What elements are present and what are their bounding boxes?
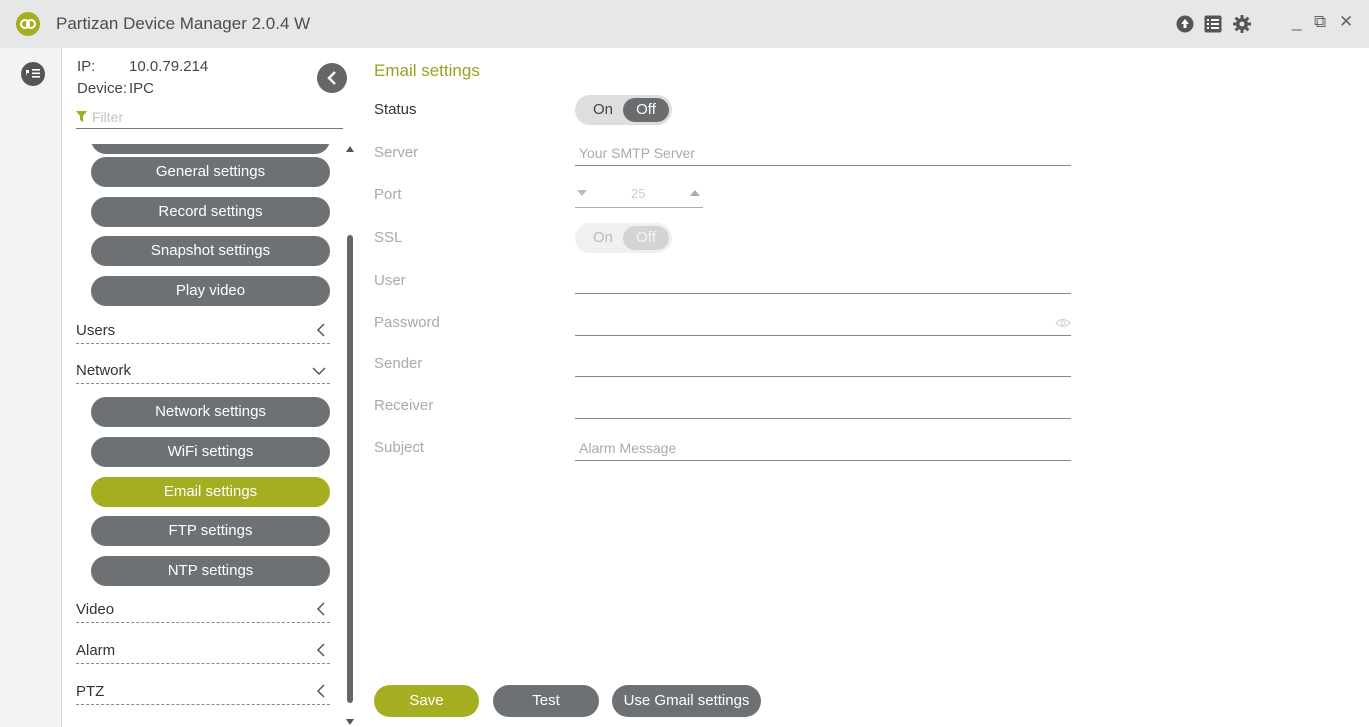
device-list-icon[interactable] [21, 62, 45, 86]
test-button[interactable]: Test [493, 685, 599, 717]
close-button[interactable]: ✕ [1339, 12, 1353, 32]
status-label: Status [374, 101, 417, 118]
receiver-field [575, 393, 1071, 419]
receiver-input[interactable] [579, 396, 1049, 416]
scroll-down-icon[interactable] [346, 719, 354, 725]
email-settings-form: Email settings Status On Off Server Port… [358, 48, 1369, 727]
filter-field [76, 107, 343, 129]
device-info-panel: IP: 10.0.79.214 Device: IPC [62, 48, 358, 144]
nav-group-users[interactable]: Users [76, 318, 330, 344]
ssl-label: SSL [374, 229, 403, 246]
collapse-panel-button[interactable] [317, 63, 347, 93]
sender-input[interactable] [579, 354, 1049, 374]
server-field [575, 140, 1071, 166]
left-rail [0, 48, 62, 727]
sender-label: Sender [374, 355, 423, 372]
nav-item-snapshot-settings[interactable]: Snapshot settings [91, 236, 330, 266]
nav-item-network-settings[interactable]: Network settings [91, 397, 330, 427]
toggle-off-label: Off [623, 98, 669, 122]
minimize-button[interactable]: _ [1292, 12, 1301, 32]
chevron-left-icon [316, 643, 325, 657]
section-title: Email settings [374, 61, 480, 80]
user-field [575, 268, 1071, 294]
increment-icon[interactable] [690, 190, 700, 196]
server-input[interactable] [579, 143, 1049, 163]
restore-button[interactable]: ⧉ [1314, 12, 1326, 32]
use-gmail-settings-button[interactable]: Use Gmail settings [612, 685, 761, 717]
port-value: 25 [631, 186, 646, 201]
nav-group-alarm[interactable]: Alarm [76, 638, 330, 664]
chevron-left-icon [316, 602, 325, 616]
device-value: IPC [129, 80, 155, 97]
settings-nav: General settings Record settings Snapsho… [62, 144, 342, 727]
save-button[interactable]: Save [374, 685, 479, 717]
nav-group-label: Users [76, 322, 116, 339]
toggle-on-label: On [593, 229, 614, 246]
subject-label: Subject [374, 439, 425, 456]
server-label: Server [374, 144, 419, 161]
user-label: User [374, 272, 406, 289]
nav-group-video[interactable]: Video [76, 597, 330, 623]
subject-input[interactable] [579, 438, 1049, 458]
list-icon[interactable] [1204, 15, 1222, 33]
toggle-on-label: On [593, 101, 614, 118]
user-input[interactable] [579, 271, 1049, 291]
password-input[interactable] [579, 313, 1049, 333]
port-label: Port [374, 186, 402, 203]
nav-item-play-video[interactable]: Play video [91, 276, 330, 306]
app-title: Partizan Device Manager 2.0.4 W [56, 14, 311, 33]
toggle-off-label: Off [623, 226, 669, 250]
chevron-down-icon [312, 367, 326, 376]
nav-item-hidden[interactable] [91, 144, 330, 154]
nav-group-label: PTZ [76, 683, 105, 700]
upload-icon[interactable] [1176, 15, 1194, 33]
ip-label: IP: [77, 58, 96, 75]
password-label: Password [374, 314, 440, 331]
nav-group-label: Alarm [76, 642, 116, 659]
ip-value: 10.0.79.214 [129, 58, 209, 75]
scroll-thumb[interactable] [347, 235, 353, 703]
filter-input[interactable] [92, 107, 332, 127]
subject-field [575, 435, 1071, 461]
nav-group-network[interactable]: Network [76, 358, 330, 384]
sender-field [575, 351, 1071, 377]
gear-icon[interactable] [1233, 15, 1251, 33]
device-label: Device: [77, 80, 128, 97]
password-field [575, 310, 1071, 336]
nav-item-email-settings[interactable]: Email settings [91, 477, 330, 507]
app-logo-icon [16, 12, 40, 36]
device-row: Device: IPC [77, 80, 154, 97]
nav-group-label: Network [76, 362, 132, 379]
decrement-icon[interactable] [577, 190, 587, 196]
eye-icon[interactable] [1055, 318, 1071, 328]
nav-item-record-settings[interactable]: Record settings [91, 197, 330, 227]
ip-row: IP: 10.0.79.214 [77, 58, 208, 75]
nav-item-general-settings[interactable]: General settings [91, 157, 330, 187]
nav-item-wifi-settings[interactable]: WiFi settings [91, 437, 330, 467]
nav-group-label: Video [76, 601, 115, 618]
nav-item-ftp-settings[interactable]: FTP settings [91, 516, 330, 546]
filter-icon [76, 111, 87, 122]
status-toggle[interactable]: On Off [575, 95, 672, 125]
chevron-left-icon [316, 323, 325, 337]
nav-scrollbar[interactable] [343, 144, 357, 727]
nav-group-ptz[interactable]: PTZ [76, 679, 330, 705]
receiver-label: Receiver [374, 397, 434, 414]
port-stepper[interactable]: 25 [575, 182, 703, 208]
scroll-up-icon[interactable] [346, 146, 354, 152]
ssl-toggle[interactable]: On Off [575, 223, 672, 253]
nav-item-ntp-settings[interactable]: NTP settings [91, 556, 330, 586]
title-bar: Partizan Device Manager 2.0.4 W _ ⧉ ✕ [0, 0, 1369, 48]
chevron-left-icon [316, 684, 325, 698]
